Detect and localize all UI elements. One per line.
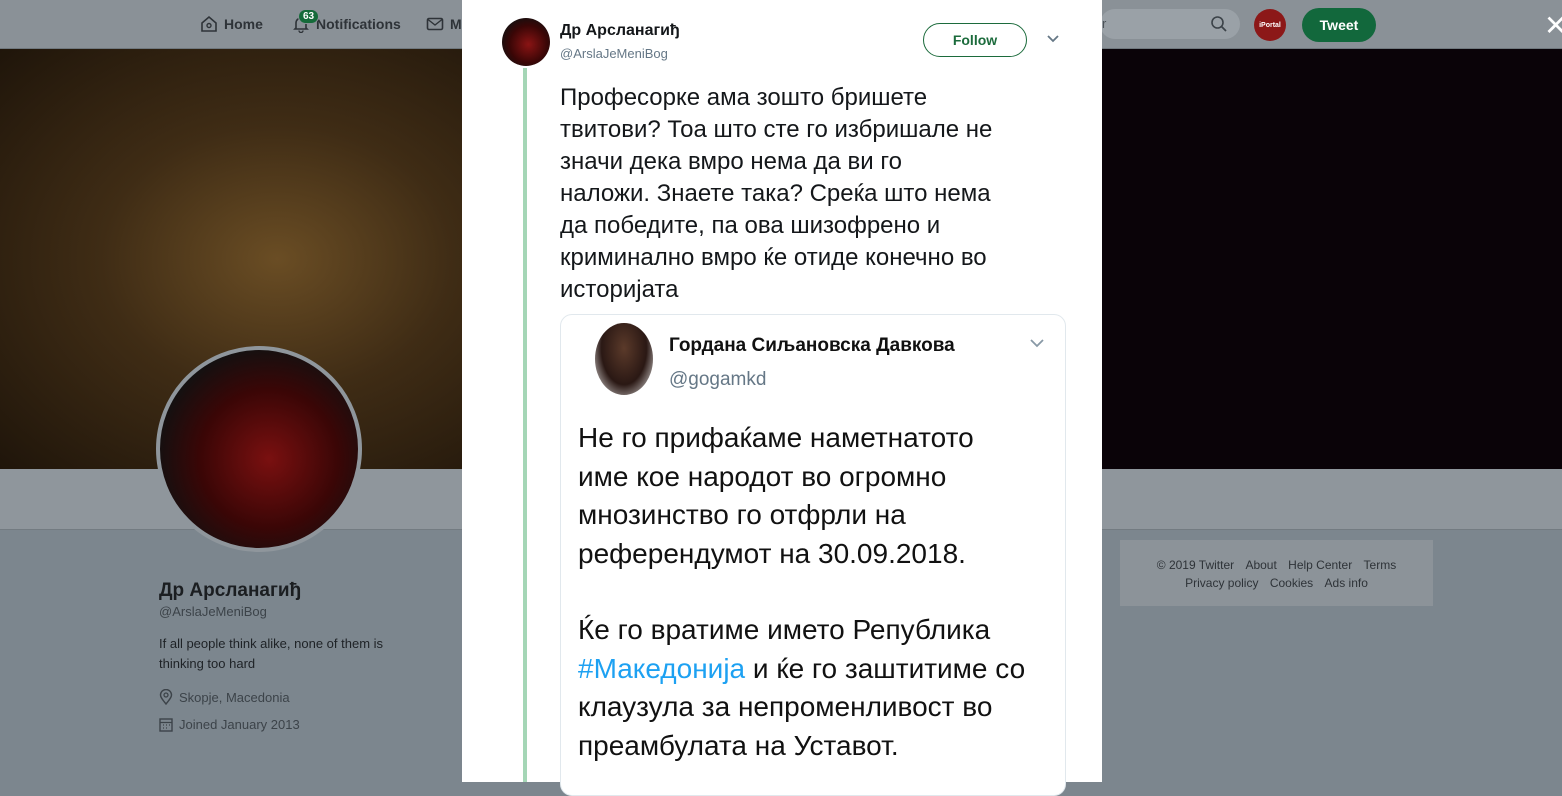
tweet-author-handle[interactable]: @ArslaJeMeniBog xyxy=(560,46,668,61)
envelope-icon xyxy=(426,17,444,31)
footer-link-privacy[interactable]: Privacy policy xyxy=(1185,576,1258,590)
nav-notifications[interactable]: Notifications xyxy=(292,0,401,48)
notifications-count-badge: 63 xyxy=(298,9,320,24)
nav-home-label: Home xyxy=(224,16,263,32)
profile-joined-text: Joined January 2013 xyxy=(179,717,300,732)
embedded-author-name: Гордана Сиљановска Давкова xyxy=(669,335,955,356)
footer-link-help-center[interactable]: Help Center xyxy=(1288,558,1352,572)
embedded-text-paragraph-2: Ќе го вратиме името Република #Македониј… xyxy=(578,611,1058,765)
calendar-icon xyxy=(159,718,173,732)
footer-link-terms[interactable]: Terms xyxy=(1364,558,1397,572)
home-icon xyxy=(201,15,217,32)
thread-line xyxy=(523,68,527,782)
tweet-author-avatar[interactable] xyxy=(502,18,550,66)
close-icon[interactable]: ✕ xyxy=(1544,12,1562,40)
profile-joined: Joined January 2013 xyxy=(159,717,300,732)
chevron-down-icon[interactable] xyxy=(1046,34,1060,44)
hashtag-link: #Македонија xyxy=(578,652,746,684)
nav-messages-label: M xyxy=(450,16,462,32)
profile-banner-dark xyxy=(1102,49,1562,469)
search-icon[interactable] xyxy=(1210,15,1228,33)
tweet-text: Професорке ама зошто бришете твитови? То… xyxy=(560,84,993,303)
footer-link-cookies[interactable]: Cookies xyxy=(1270,576,1313,590)
location-pin-icon xyxy=(159,689,173,705)
footer-link-ads-info[interactable]: Ads info xyxy=(1325,576,1368,590)
tweet-button[interactable]: Tweet xyxy=(1302,8,1376,42)
tweet-author-name[interactable]: Др Арсланагиђ xyxy=(560,22,680,40)
embedded-text-before-hashtag: Ќе го вратиме името Република xyxy=(578,614,991,645)
follow-button[interactable]: Follow xyxy=(923,23,1027,57)
profile-name[interactable]: Др Арсланагиђ xyxy=(159,580,301,602)
profile-location: Skopje, Macedonia xyxy=(159,689,290,705)
embedded-text-paragraph-1: Не го прифаќаме наметнатото име кое наро… xyxy=(578,422,974,569)
profile-bio: If all people think alike, none of them … xyxy=(159,636,384,671)
embedded-chevron-down-icon xyxy=(1030,339,1044,348)
account-avatar-text: iPortal xyxy=(1259,21,1281,29)
footer-row-2: Privacy policy Cookies Ads info xyxy=(1120,576,1433,590)
profile-location-text: Skopje, Macedonia xyxy=(179,689,290,705)
account-avatar[interactable]: iPortal xyxy=(1254,9,1286,41)
embedded-tweet-image[interactable]: Гордана Сиљановска Давкова @gogamkd Не г… xyxy=(560,314,1066,796)
profile-avatar[interactable] xyxy=(156,346,362,552)
embedded-author-handle: @gogamkd xyxy=(669,369,767,390)
footer-links: © 2019 Twitter About Help Center Terms P… xyxy=(1120,540,1433,606)
nav-home[interactable]: Home xyxy=(200,0,263,48)
profile-handle[interactable]: @ArslaJeMeniBog xyxy=(159,604,267,619)
footer-copyright: © 2019 Twitter xyxy=(1156,558,1235,572)
search-input[interactable]: r xyxy=(1100,9,1240,39)
footer-row-1: © 2019 Twitter About Help Center Terms xyxy=(1120,558,1433,572)
embedded-author-avatar xyxy=(595,323,653,395)
footer-link-about[interactable]: About xyxy=(1245,558,1276,572)
nav-notifications-label: Notifications xyxy=(316,16,401,32)
search-partial-text: r xyxy=(1102,16,1107,31)
tweet-modal: Др Арсланагиђ @ArslaJeMeniBog Follow Про… xyxy=(462,0,1102,796)
nav-messages[interactable]: M xyxy=(426,0,462,48)
